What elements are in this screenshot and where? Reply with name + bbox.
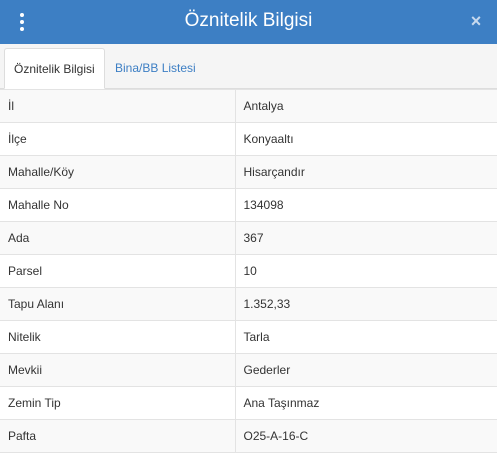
attribute-value: Ana Taşınmaz xyxy=(234,386,497,420)
attribute-key: Zemin Tip xyxy=(0,386,236,420)
attribute-value: 10 xyxy=(234,254,497,288)
attribute-value: 134098 xyxy=(234,188,497,222)
attribute-value: Hisarçandır xyxy=(234,155,497,189)
table-row: İlçe Konyaaltı xyxy=(0,122,497,156)
attribute-key: Mahalle No xyxy=(0,188,236,222)
tab-bina-bb-listesi[interactable]: Bina/BB Listesi xyxy=(106,48,205,89)
table-row: İl Antalya xyxy=(0,89,497,123)
dialog-title: Öznitelik Bilgisi xyxy=(184,10,313,31)
attribute-key: İlçe xyxy=(0,122,236,156)
attribute-key: Mahalle/Köy xyxy=(0,155,236,189)
attribute-table: İl Antalya İlçe Konyaaltı Mahalle/Köy Hi… xyxy=(0,89,497,453)
tab-oznitelik-bilgisi[interactable]: Öznitelik Bilgisi xyxy=(4,48,105,89)
attribute-value: Konyaaltı xyxy=(234,122,497,156)
attribute-value: Tarla xyxy=(234,320,497,354)
attribute-key: Mevkii xyxy=(0,353,236,387)
dialog-header: Öznitelik Bilgisi × xyxy=(0,0,497,44)
tab-bar: Öznitelik Bilgisi Bina/BB Listesi xyxy=(0,44,497,89)
table-row: Nitelik Tarla xyxy=(0,320,497,354)
attribute-value: Antalya xyxy=(234,89,497,123)
attribute-value: 367 xyxy=(234,221,497,255)
attribute-key: Nitelik xyxy=(0,320,236,354)
close-icon[interactable]: × xyxy=(467,10,485,32)
table-row: Ada 367 xyxy=(0,221,497,255)
attribute-key: Tapu Alanı xyxy=(0,287,236,321)
attribute-key: Ada xyxy=(0,221,236,255)
attribute-value: Gederler xyxy=(234,353,497,387)
table-row: Zemin Tip Ana Taşınmaz xyxy=(0,386,497,420)
attribute-value: O25-A-16-C xyxy=(234,419,497,453)
table-row: Pafta O25-A-16-C xyxy=(0,419,497,453)
attribute-key: İl xyxy=(0,89,236,123)
attribute-key: Pafta xyxy=(0,419,236,453)
table-row: Mevkii Gederler xyxy=(0,353,497,387)
table-row: Mahalle/Köy Hisarçandır xyxy=(0,155,497,189)
table-row: Parsel 10 xyxy=(0,254,497,288)
table-row: Mahalle No 134098 xyxy=(0,188,497,222)
attribute-key: Parsel xyxy=(0,254,236,288)
table-row: Tapu Alanı 1.352,33 xyxy=(0,287,497,321)
attribute-value: 1.352,33 xyxy=(234,287,497,321)
